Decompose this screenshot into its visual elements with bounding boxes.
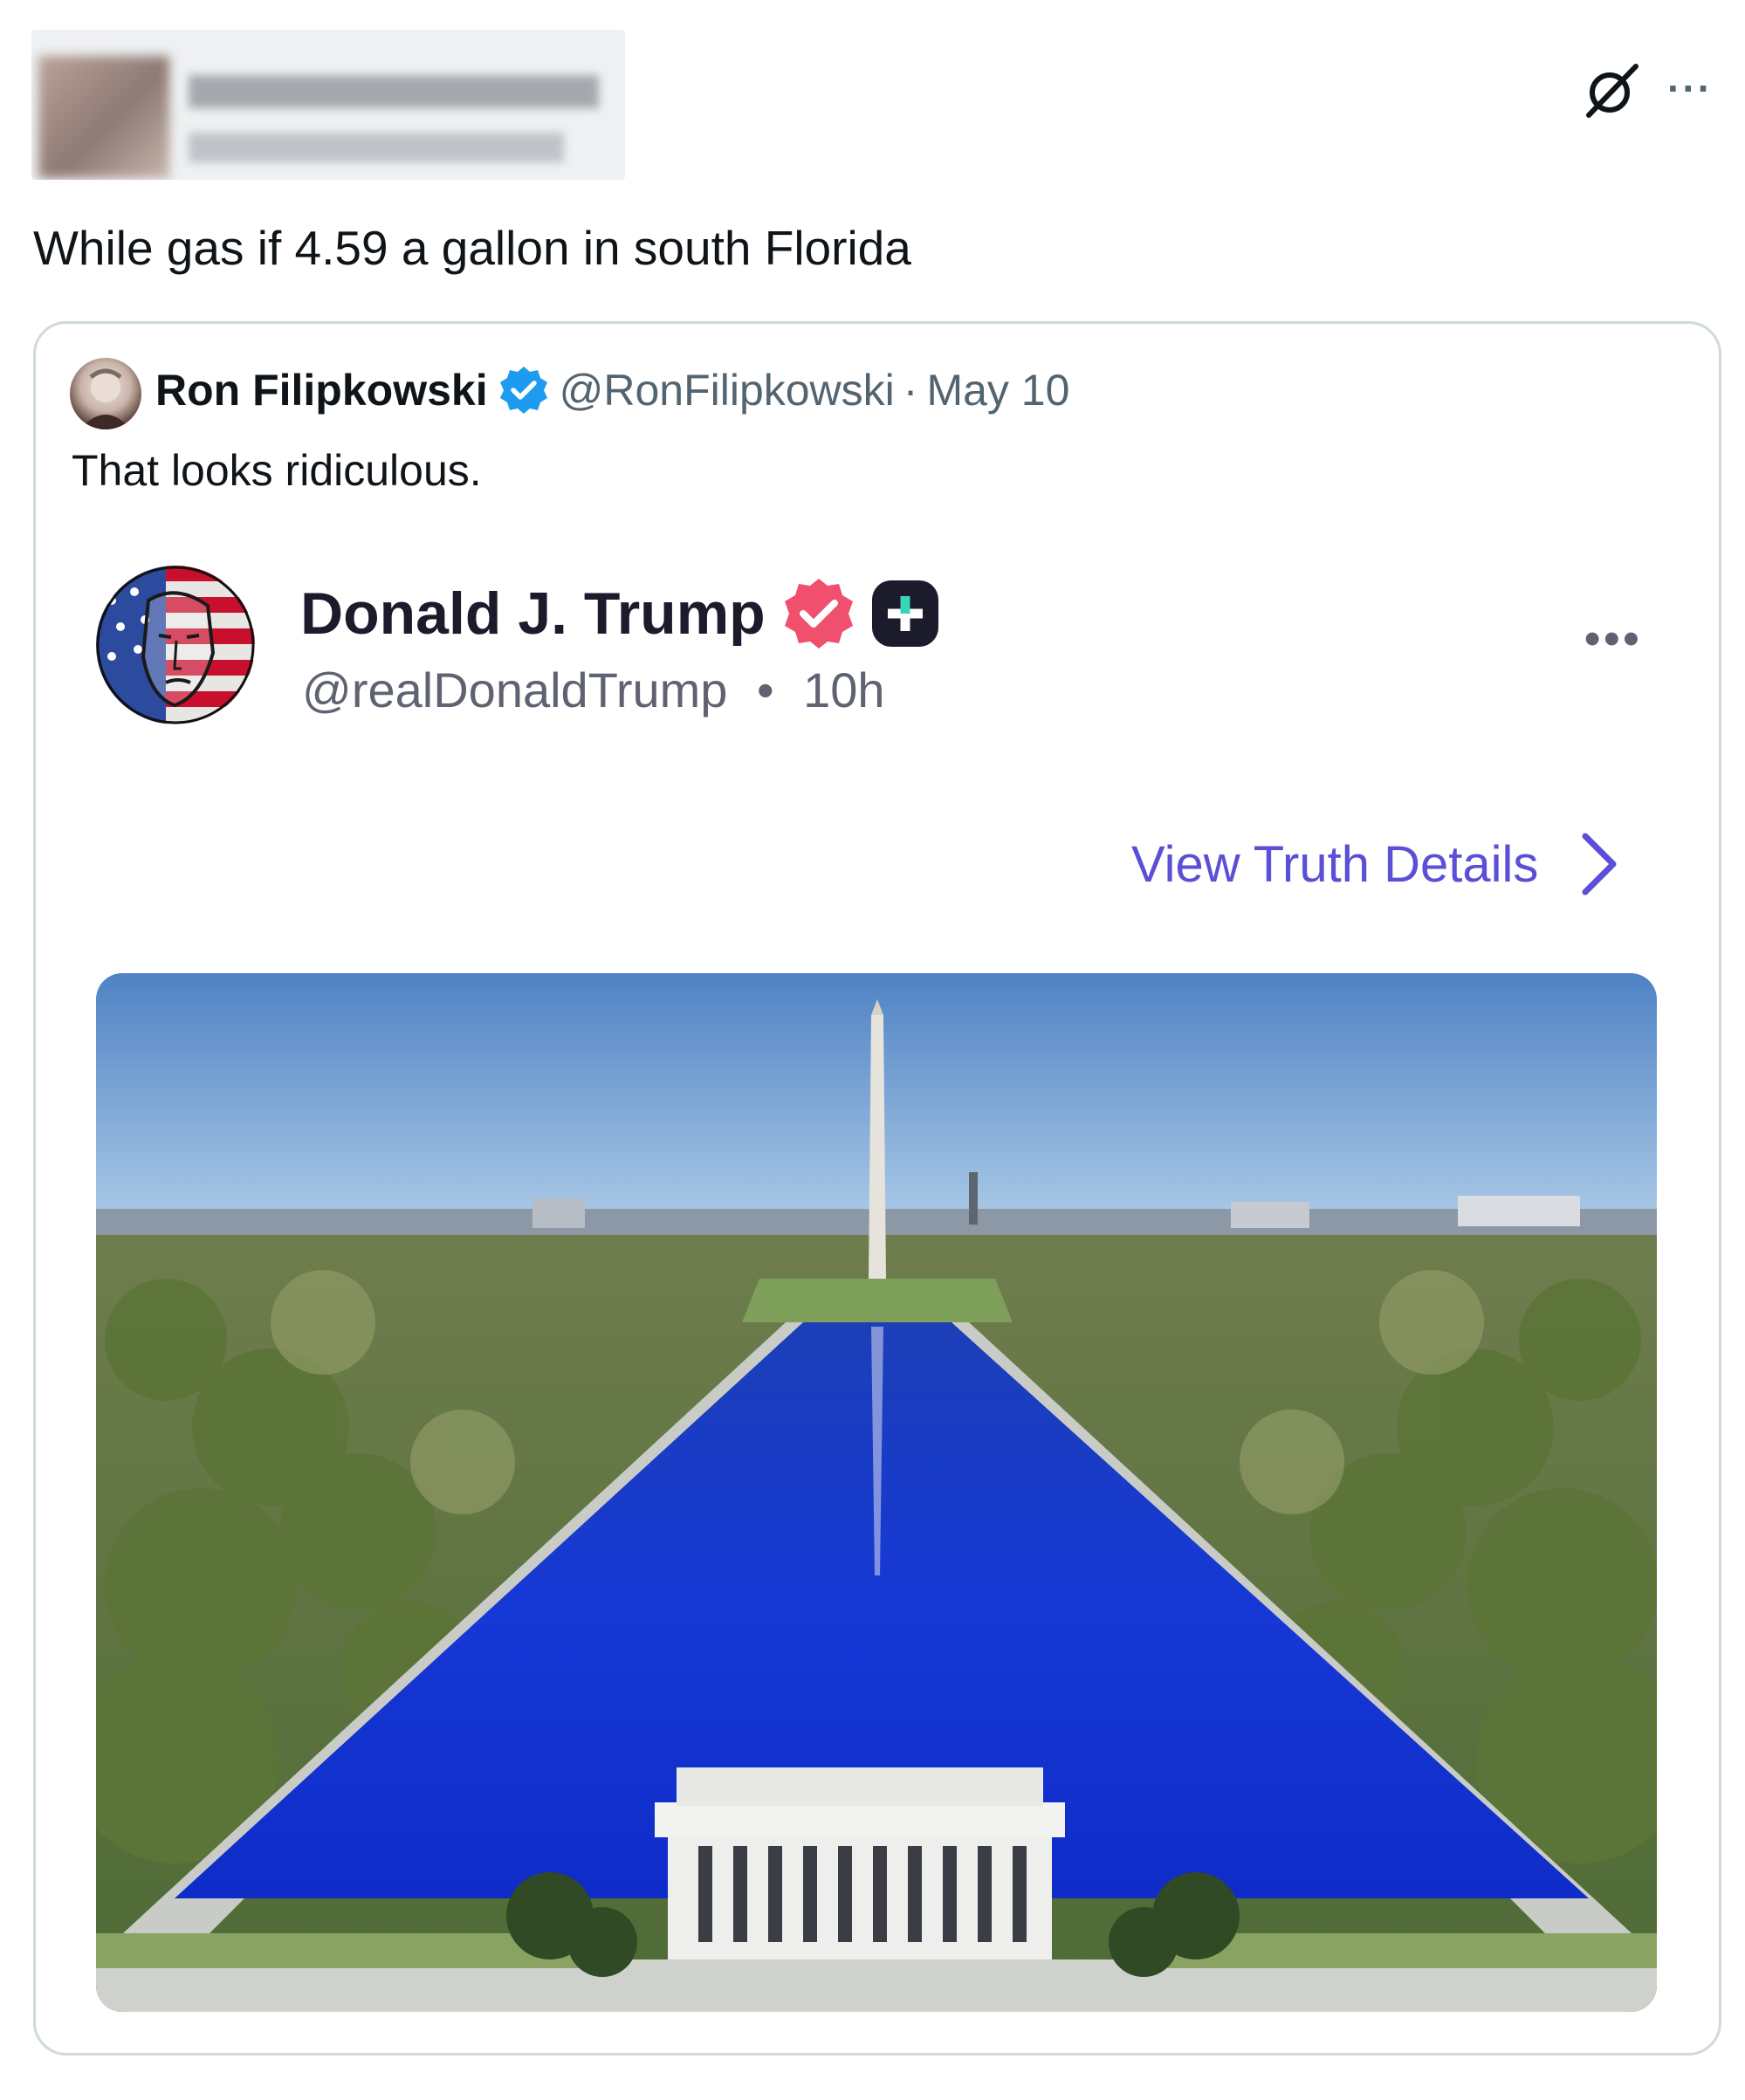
truth-author-handle: @realDonaldTrump bbox=[302, 662, 728, 717]
avatar bbox=[38, 56, 169, 178]
more-options-icon[interactable]: ··· bbox=[1667, 65, 1713, 112]
author-blurred[interactable] bbox=[31, 30, 625, 180]
truth-post-image[interactable] bbox=[96, 973, 1657, 2012]
author-name-blurred bbox=[189, 75, 599, 108]
chevron-right-icon[interactable] bbox=[1577, 831, 1620, 897]
truth-more-icon: ••• bbox=[1584, 614, 1643, 664]
separator-dot: · bbox=[903, 366, 918, 415]
truth-plus-icon bbox=[871, 580, 938, 647]
truth-verified-badge-icon bbox=[784, 579, 853, 649]
truth-name-row: Donald J. Trump bbox=[300, 576, 940, 651]
quoted-author-name[interactable]: Ron Filipkowski bbox=[155, 365, 488, 415]
view-truth-details-link[interactable]: View Truth Details bbox=[1131, 831, 1620, 897]
truth-handle-row: @realDonaldTrump • 10h bbox=[302, 662, 885, 718]
author-handle-blurred bbox=[189, 133, 564, 162]
quoted-tweet-text: That looks ridiculous. bbox=[72, 446, 482, 495]
quoted-author-avatar[interactable] bbox=[70, 358, 141, 429]
quoted-header: Ron Filipkowski @RonFilipkowski · May 10 bbox=[155, 365, 1069, 415]
view-truth-details-label[interactable]: View Truth Details bbox=[1131, 835, 1538, 894]
quoted-author-handle[interactable]: @RonFilipkowski bbox=[560, 365, 895, 415]
truth-post-time: 10h bbox=[803, 662, 885, 717]
truth-author-name: Donald J. Trump bbox=[300, 580, 766, 647]
separator-dot: • bbox=[756, 662, 774, 717]
verified-badge-icon bbox=[499, 367, 547, 414]
tweet-text: While gas if 4.59 a gallon in south Flor… bbox=[33, 221, 911, 275]
truth-author-avatar bbox=[96, 566, 255, 724]
quoted-date[interactable]: May 10 bbox=[926, 365, 1069, 415]
grok-icon[interactable] bbox=[1580, 59, 1643, 122]
